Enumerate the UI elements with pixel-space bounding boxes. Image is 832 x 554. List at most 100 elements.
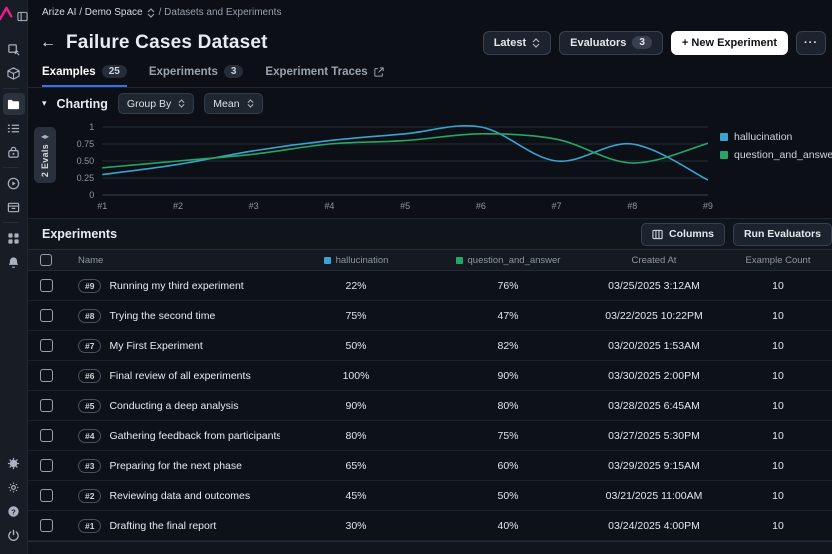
experiment-row-3[interactable]: #3Preparing for the next phase65%60%03/2… xyxy=(28,451,832,481)
tab-experiments[interactable]: Experiments3 xyxy=(149,65,244,87)
group-by-select[interactable]: Group By xyxy=(118,93,194,114)
space-switcher-icon[interactable] xyxy=(147,8,155,18)
tab-examples[interactable]: Examples25 xyxy=(42,65,127,87)
example-count-value: 10 xyxy=(724,460,832,472)
row-checkbox[interactable] xyxy=(40,519,53,532)
app-window: ? Arize AI / Demo Space / Datasets and E… xyxy=(0,0,832,554)
experiment-row-5[interactable]: #5Conducting a deep analysis90%80%03/28/… xyxy=(28,391,832,421)
row-checkbox[interactable] xyxy=(40,399,53,412)
sidebar-item-copilot-icon[interactable] xyxy=(3,452,25,474)
sidebar-item-select-icon[interactable] xyxy=(3,38,25,60)
back-button[interactable]: ← xyxy=(40,35,56,51)
created-at-value: 03/25/2025 3:12AM xyxy=(584,280,724,292)
sidebar-item-cube-icon[interactable] xyxy=(3,62,25,84)
row-checkbox[interactable] xyxy=(40,279,53,292)
sidebar-divider xyxy=(3,222,19,223)
created-at-value: 03/29/2025 9:15AM xyxy=(584,460,724,472)
column-header-name[interactable]: Name xyxy=(64,255,280,266)
legend-label: hallucination xyxy=(734,131,792,143)
evaluators-button[interactable]: Evaluators 3 xyxy=(559,31,663,55)
experiment-row-2[interactable]: #2Reviewing data and outcomes45%50%03/21… xyxy=(28,481,832,511)
experiment-name: Final review of all experiments xyxy=(109,370,250,382)
y-tick-label: 1 xyxy=(89,122,94,132)
new-experiment-button[interactable]: + New Experiment xyxy=(671,31,788,55)
created-at-value: 03/28/2025 6:45AM xyxy=(584,400,724,412)
x-tick-label: #5 xyxy=(400,201,410,211)
legend-item-question_and_answer[interactable]: question_and_answer xyxy=(720,149,828,161)
question-and-answer-value: 47% xyxy=(432,310,584,322)
sidebar-item-help-icon[interactable]: ? xyxy=(3,500,25,522)
row-checkbox[interactable] xyxy=(40,489,53,502)
page-title: Failure Cases Dataset xyxy=(66,32,268,54)
row-checkbox[interactable] xyxy=(40,429,53,442)
column-header-question-and-answer[interactable]: question_and_answer xyxy=(432,255,584,266)
question-and-answer-swatch xyxy=(456,257,463,264)
arize-logo-icon xyxy=(0,6,14,26)
sidebar-item-power-icon[interactable] xyxy=(3,524,25,546)
experiment-name: Gathering feedback from participants xyxy=(109,430,280,442)
sidebar-item-lock-icon[interactable] xyxy=(3,141,25,163)
run-evaluators-button[interactable]: Run Evaluators xyxy=(733,223,832,246)
sidebar-item-folder-icon[interactable] xyxy=(3,93,25,115)
tab-experiment-traces[interactable]: Experiment Traces xyxy=(265,66,383,87)
legend-item-hallucination[interactable]: hallucination xyxy=(720,131,828,143)
y-tick-label: 0.25 xyxy=(77,173,95,183)
left-sidebar: ? xyxy=(0,0,28,554)
sidebar-item-grid-icon[interactable] xyxy=(3,227,25,249)
experiment-name: Drafting the final report xyxy=(109,520,216,532)
sidebar-item-bell-icon[interactable] xyxy=(3,251,25,273)
panel-toggle-icon[interactable] xyxy=(17,9,28,23)
experiment-row-6[interactable]: #6Final review of all experiments100%90%… xyxy=(28,361,832,391)
columns-button-label: Columns xyxy=(669,228,714,240)
tab-label: Experiment Traces xyxy=(265,66,367,78)
x-tick-label: #3 xyxy=(249,201,259,211)
legend-swatch xyxy=(720,151,728,159)
group-by-label: Group By xyxy=(127,98,171,110)
sidebar-item-play-icon[interactable] xyxy=(3,172,25,194)
tab-label: Experiments xyxy=(149,66,218,78)
experiment-row-8[interactable]: #8Trying the second time75%47%03/22/2025… xyxy=(28,301,832,331)
experiment-row-9[interactable]: #9Running my third experiment22%76%03/25… xyxy=(28,271,832,301)
row-checkbox[interactable] xyxy=(40,309,53,322)
evals-panel-toggle[interactable]: ◂▸ 2 Evals xyxy=(34,127,56,183)
experiment-id-badge: #6 xyxy=(78,369,101,383)
experiment-row-7[interactable]: #7My First Experiment50%82%03/20/2025 1:… xyxy=(28,331,832,361)
aggregation-select[interactable]: Mean xyxy=(204,93,262,114)
tab-count-badge: 25 xyxy=(102,65,127,78)
experiment-id-badge: #7 xyxy=(78,339,101,353)
x-tick-label: #7 xyxy=(551,201,561,211)
hallucination-value: 90% xyxy=(280,400,432,412)
collapse-caret-icon[interactable]: ▾ xyxy=(42,98,47,109)
chart-legend: hallucination question_and_answer xyxy=(720,119,828,218)
series-line-question_and_answer xyxy=(102,134,708,168)
latest-dropdown[interactable]: Latest xyxy=(483,31,551,55)
breadcrumb-space[interactable]: Arize AI / Demo Space xyxy=(42,7,143,18)
select-all-checkbox[interactable] xyxy=(40,254,52,266)
sidebar-item-archive-icon[interactable] xyxy=(3,196,25,218)
experiment-name: Reviewing data and outcomes xyxy=(109,490,250,502)
created-at-value: 03/24/2025 4:00PM xyxy=(584,520,724,532)
columns-button[interactable]: Columns xyxy=(641,223,725,246)
experiment-row-1[interactable]: #1Drafting the final report30%40%03/24/2… xyxy=(28,511,832,541)
created-at-value: 03/22/2025 10:22PM xyxy=(584,310,724,322)
row-checkbox[interactable] xyxy=(40,369,53,382)
row-checkbox[interactable] xyxy=(40,339,53,352)
sidebar-item-list-icon[interactable] xyxy=(3,117,25,139)
experiments-title: Experiments xyxy=(42,227,117,241)
hallucination-value: 75% xyxy=(280,310,432,322)
column-header-hallucination[interactable]: hallucination xyxy=(280,255,432,266)
question-and-answer-value: 82% xyxy=(432,340,584,352)
expand-horizontal-icon: ◂▸ xyxy=(41,133,49,141)
sidebar-item-settings-icon[interactable] xyxy=(3,476,25,498)
evals-toggle-label: 2 Evals xyxy=(40,144,50,177)
breadcrumb-section[interactable]: / Datasets and Experiments xyxy=(159,7,282,18)
column-header-example-count[interactable]: Example Count xyxy=(724,255,832,266)
line-chart[interactable]: 10.750.500.250#1#2#3#4#5#6#7#8#9 xyxy=(56,119,720,218)
column-header-created-at[interactable]: Created At xyxy=(584,255,724,266)
more-actions-button[interactable]: ··· xyxy=(796,31,826,55)
experiment-row-4[interactable]: #4Gathering feedback from participants80… xyxy=(28,421,832,451)
chevron-updown-icon xyxy=(178,99,185,108)
row-checkbox[interactable] xyxy=(40,459,53,472)
breadcrumb: Arize AI / Demo Space / Datasets and Exp… xyxy=(28,0,832,25)
question-and-answer-value: 75% xyxy=(432,430,584,442)
